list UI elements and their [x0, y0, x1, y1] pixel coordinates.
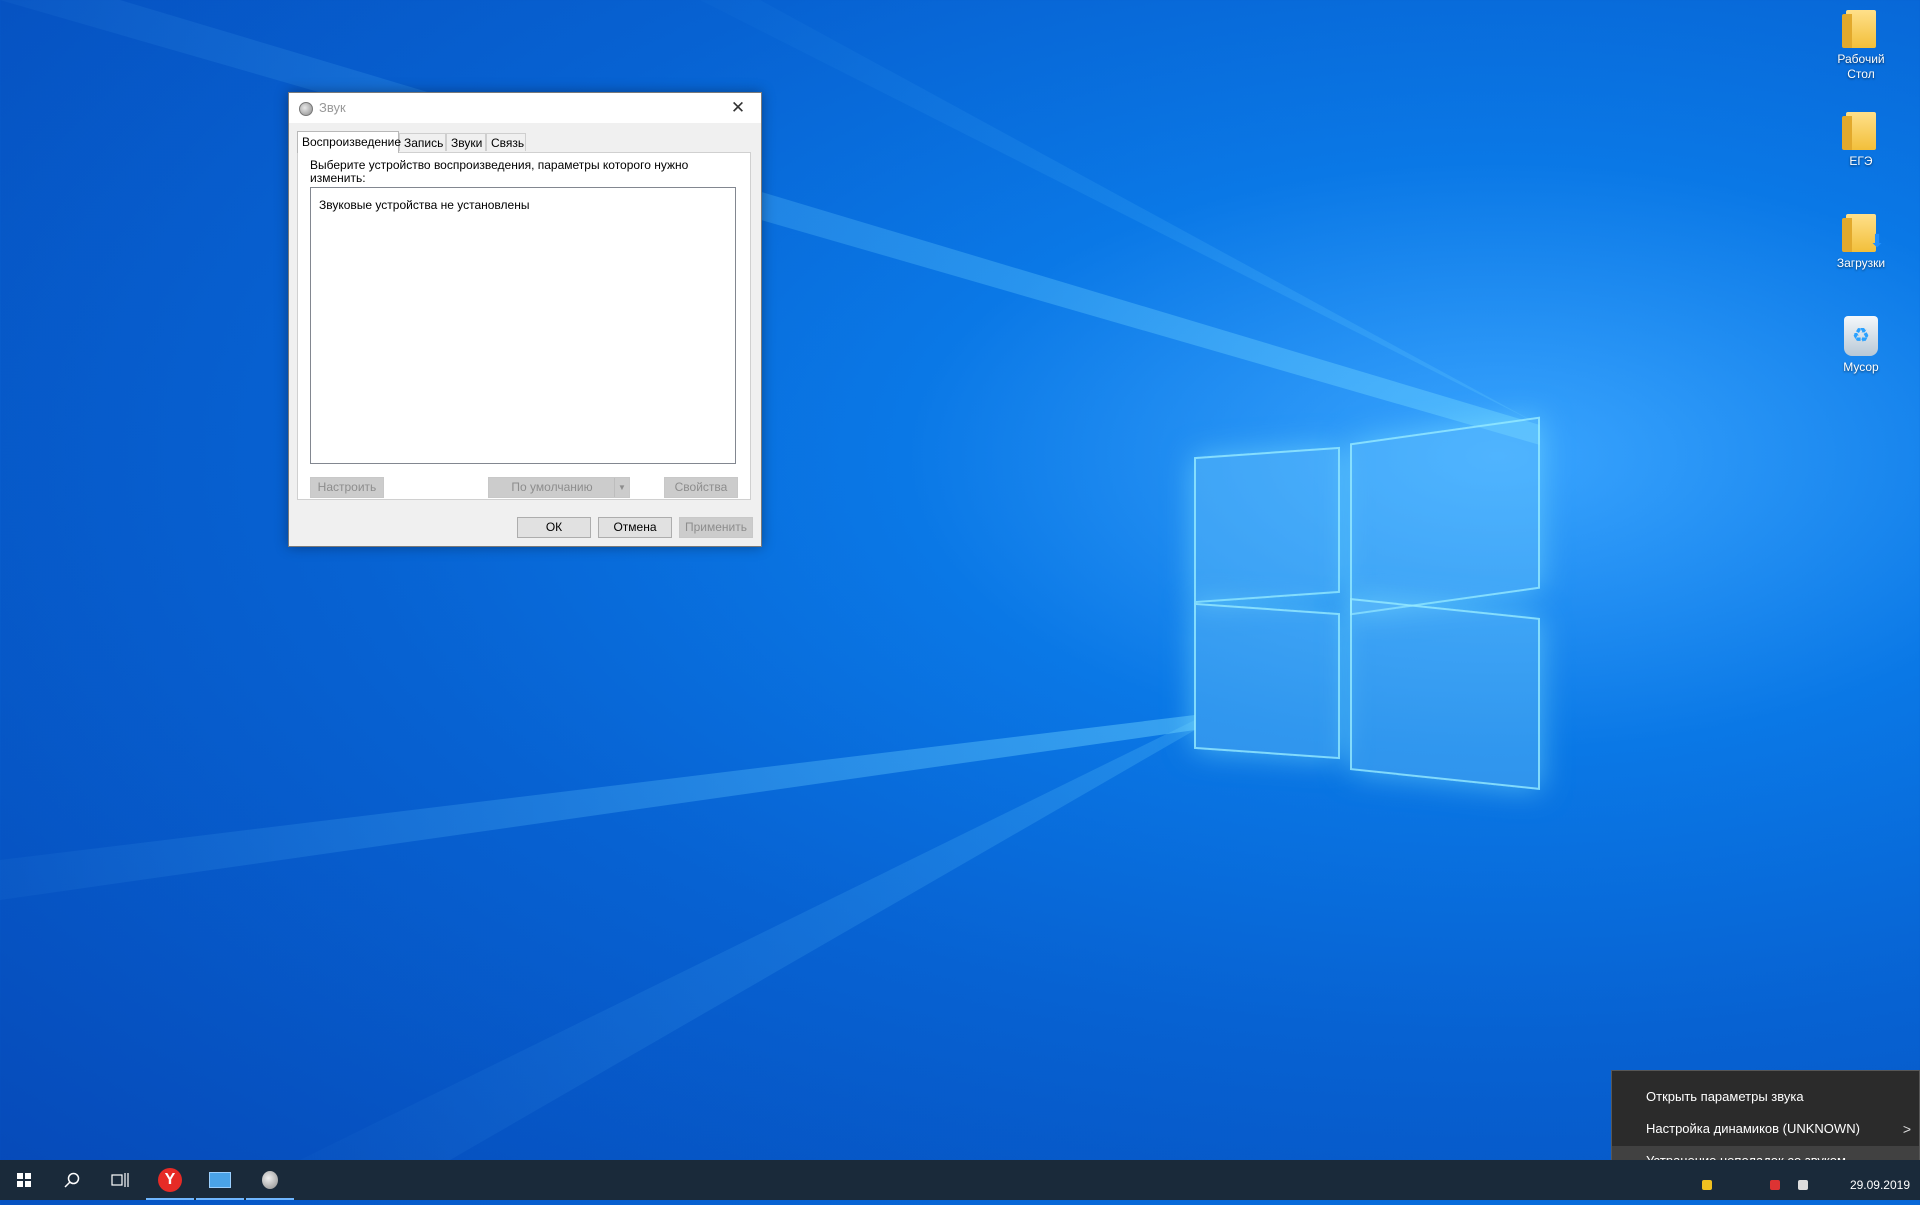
desktop-icon-label: Загрузки: [1836, 256, 1886, 270]
set-default-label: По умолчанию: [511, 480, 593, 494]
task-view-icon: [111, 1173, 129, 1187]
taskbar: Y 29.09.2019: [0, 1160, 1920, 1200]
desktop-icon-desktop-folder[interactable]: Рабочий Стол: [1825, 10, 1897, 82]
close-button[interactable]: ✕: [715, 93, 761, 123]
desktop-icon-label: ЕГЭ: [1849, 154, 1873, 168]
instruction-text: Выберите устройство воспроизведения, пар…: [310, 158, 689, 185]
desktop-icon-label: Стол: [1847, 67, 1875, 81]
device-list[interactable]: Звуковые устройства не установлены: [310, 187, 736, 464]
close-icon: ✕: [730, 98, 746, 117]
desktop-icon-label: Рабочий: [1837, 52, 1885, 66]
menu-item-speaker-setup[interactable]: Настройка динамиков (UNKNOWN) >: [1612, 1114, 1919, 1144]
tray-warning-icon[interactable]: [1702, 1180, 1712, 1190]
tab-communications[interactable]: Связь: [486, 133, 526, 151]
speaker-icon: [299, 102, 313, 116]
sound-dialog: Звук ✕ Воспроизведение Запись Звуки Связ…: [288, 92, 762, 547]
search-icon: [64, 1172, 80, 1188]
ok-button[interactable]: ОК: [517, 517, 591, 538]
apply-button[interactable]: Применить: [679, 517, 753, 538]
tray-network-icon[interactable]: [1770, 1180, 1780, 1190]
desktop-icon-downloads[interactable]: ⬇ Загрузки: [1825, 214, 1897, 271]
chevron-down-icon[interactable]: ▼: [614, 478, 629, 497]
empty-device-message: Звуковые устройства не установлены: [319, 198, 530, 212]
windows-logo-wallpaper: [1190, 416, 1550, 790]
search-button[interactable]: [48, 1160, 96, 1200]
tray-date[interactable]: 29.09.2019: [1850, 1178, 1910, 1192]
set-default-button[interactable]: По умолчанию ▼: [488, 477, 630, 498]
tray-volume-icon[interactable]: [1798, 1180, 1808, 1190]
tab-recording[interactable]: Запись: [399, 133, 446, 151]
desktop-icon-recycle-bin[interactable]: ♻ Мусор: [1825, 316, 1897, 375]
task-view-button[interactable]: [96, 1160, 144, 1200]
playback-panel: Выберите устройство воспроизведения, пар…: [297, 152, 751, 500]
window-title: Звук: [319, 100, 346, 115]
taskbar-yandex-browser[interactable]: Y: [146, 1160, 194, 1200]
windows-start-icon: [17, 1173, 31, 1187]
properties-button[interactable]: Свойства: [664, 477, 738, 498]
taskbar-control-panel[interactable]: [196, 1160, 244, 1200]
tab-playback[interactable]: Воспроизведение: [297, 131, 401, 153]
menu-item-label: Настройка динамиков (UNKNOWN): [1646, 1121, 1860, 1136]
taskbar-sound-settings[interactable]: [246, 1160, 294, 1200]
downloads-folder-icon: ⬇: [1842, 214, 1885, 252]
folder-icon: [1842, 112, 1876, 150]
title-bar[interactable]: Звук ✕: [289, 93, 761, 123]
desktop-icon-label: Мусор: [1843, 360, 1879, 374]
tab-sounds[interactable]: Звуки: [446, 133, 486, 151]
menu-item-label: Открыть параметры звука: [1646, 1089, 1804, 1104]
yandex-browser-icon: Y: [158, 1168, 182, 1192]
sound-settings-icon: [262, 1171, 278, 1189]
folder-icon: [1842, 10, 1876, 48]
start-button[interactable]: [0, 1160, 48, 1200]
recycle-bin-icon: ♻: [1844, 316, 1878, 356]
chevron-right-icon: >: [1902, 1121, 1911, 1137]
control-panel-icon: [209, 1172, 231, 1188]
configure-button[interactable]: Настроить: [310, 477, 384, 498]
cancel-button[interactable]: Отмена: [598, 517, 672, 538]
menu-item-open-sound-settings[interactable]: Открыть параметры звука: [1612, 1082, 1919, 1112]
desktop-icon-ege-folder[interactable]: ЕГЭ: [1825, 112, 1897, 169]
